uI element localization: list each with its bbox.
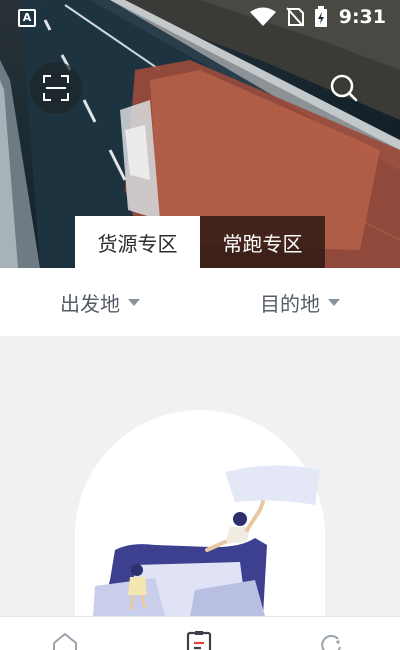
- caret-down-icon: [128, 298, 140, 306]
- wifi-icon: [250, 7, 276, 26]
- scan-button[interactable]: [30, 62, 82, 114]
- profile-icon: [321, 634, 341, 650]
- status-bar: A 9:31: [0, 0, 400, 36]
- empty-state-illustration: [93, 465, 320, 616]
- accessibility-icon: A: [18, 9, 36, 27]
- nav-orders[interactable]: [184, 631, 214, 650]
- no-sim-icon: [286, 7, 304, 27]
- hero-banner: A 9:31 货源专区 常跑专区: [0, 0, 400, 268]
- tab-regular-route-zone[interactable]: 常跑专区: [200, 216, 325, 268]
- cargo-list-area: [0, 336, 400, 616]
- route-filter-bar: 出发地 目的地: [0, 268, 400, 336]
- origin-filter-label: 出发地: [60, 291, 120, 316]
- nav-home[interactable]: [50, 631, 80, 650]
- search-button[interactable]: [318, 62, 370, 114]
- bottom-navigation: [0, 616, 400, 650]
- nav-profile[interactable]: [316, 631, 346, 650]
- caret-down-icon: [328, 298, 340, 306]
- destination-filter[interactable]: 目的地: [260, 268, 340, 336]
- search-icon: [330, 74, 358, 102]
- origin-filter[interactable]: 出发地: [60, 268, 140, 336]
- battery-charging-icon: [315, 6, 327, 27]
- home-icon: [53, 632, 77, 650]
- clock: 9:31: [338, 6, 386, 28]
- tab-cargo-zone[interactable]: 货源专区: [75, 216, 200, 268]
- orders-icon: [186, 631, 212, 650]
- zone-tabs: 货源专区 常跑专区: [75, 216, 325, 268]
- scan-icon: [43, 75, 69, 101]
- destination-filter-label: 目的地: [260, 291, 320, 316]
